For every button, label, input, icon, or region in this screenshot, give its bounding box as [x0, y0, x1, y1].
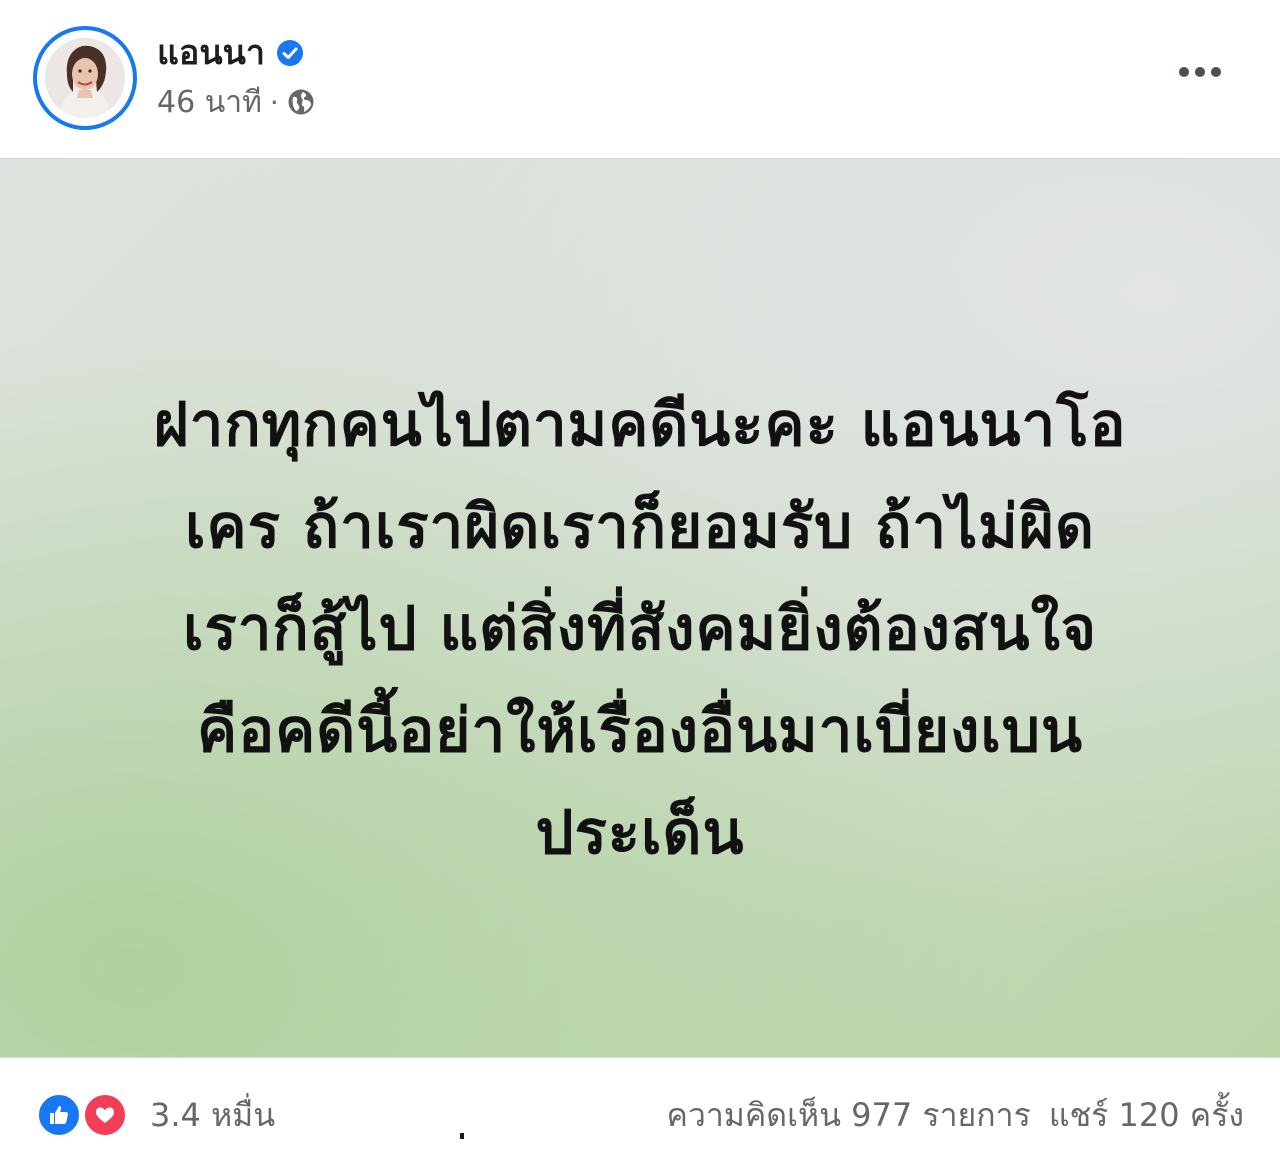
- like-icon: [36, 1092, 82, 1138]
- post-footer: 3.4 หมื่น ความคิดเห็น 977 รายการ แชร์ 12…: [0, 1058, 1280, 1165]
- comments-count-link[interactable]: ความคิดเห็น 977 รายการ: [666, 1090, 1030, 1141]
- avatar[interactable]: [45, 38, 125, 118]
- divider-mark: [460, 1133, 464, 1139]
- more-dot-icon: [1195, 67, 1205, 77]
- profile-avatar-ring[interactable]: [33, 26, 137, 130]
- post-background-card: ฝากทุกคนไปตามคดีนะคะ แอนนาโอ เคร ถ้าเราผ…: [0, 158, 1280, 1058]
- post-text-line: ฝากทุกคนไปตามคดีนะคะ แอนนาโอ: [153, 390, 1127, 460]
- post-text-line: ประเด็น: [535, 798, 745, 868]
- post-header: แอนนา 46 นาที ·: [0, 0, 1280, 158]
- author-name[interactable]: แอนนา: [157, 36, 265, 70]
- post-meta: 46 นาที ·: [157, 82, 315, 122]
- verified-badge-icon: [275, 38, 305, 68]
- globe-icon[interactable]: [287, 88, 315, 116]
- author-row: แอนนา: [157, 28, 305, 78]
- more-dot-icon: [1179, 67, 1189, 77]
- reactions-summary[interactable]: 3.4 หมื่น: [36, 1090, 275, 1140]
- post-timestamp[interactable]: 46 นาที: [157, 79, 262, 126]
- post-text-line: เราก็สู้ไป แต่สิ่งที่สังคมยิ่งต้องสนใจ: [182, 594, 1098, 664]
- post-text-line: คือคดีนี้อย่าให้เรื่องอื่นมาเบี่ยงเบน: [196, 696, 1084, 766]
- engagement-stats: ความคิดเห็น 977 รายการ แชร์ 120 ครั้ง: [666, 1090, 1244, 1140]
- post-text: ฝากทุกคนไปตามคดีนะคะ แอนนาโอ เคร ถ้าเราผ…: [60, 374, 1220, 884]
- meta-separator: ·: [269, 85, 279, 119]
- more-dot-icon: [1211, 67, 1221, 77]
- shares-count-link[interactable]: แชร์ 120 ครั้ง: [1049, 1090, 1244, 1141]
- post-text-line: เคร ถ้าเราผิดเราก็ยอมรับ ถ้าไม่ผิด: [185, 492, 1095, 562]
- reaction-count[interactable]: 3.4 หมื่น: [150, 1090, 275, 1141]
- reaction-icons: [36, 1092, 132, 1138]
- love-icon: [82, 1092, 128, 1138]
- more-options-button[interactable]: [1172, 52, 1228, 92]
